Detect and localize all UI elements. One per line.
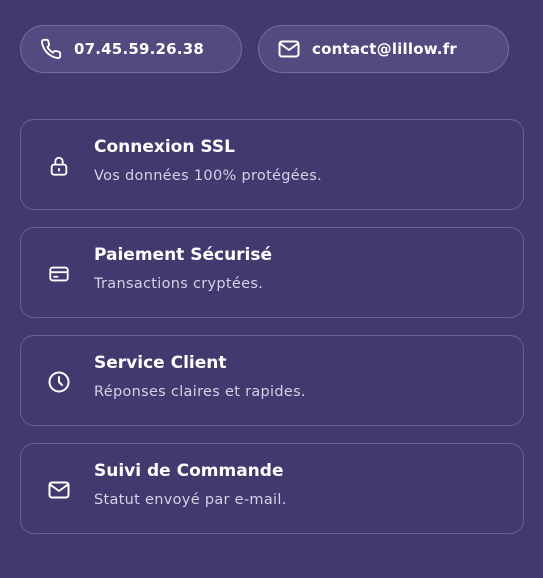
feature-title: Connexion SSL	[94, 137, 235, 157]
feature-card-support: Service Client Réponses claires et rapid…	[20, 335, 524, 426]
feature-card-payment: Paiement Sécurisé Transactions cryptées.	[20, 227, 524, 318]
phone-icon	[39, 37, 63, 61]
email-link[interactable]: contact@lillow.fr	[258, 25, 509, 73]
feature-description: Statut envoyé par e-mail.	[94, 492, 287, 508]
phone-number: 07.45.59.26.38	[74, 40, 204, 58]
email-address: contact@lillow.fr	[312, 40, 458, 58]
feature-description: Transactions cryptées.	[94, 276, 264, 292]
feature-description: Vos données 100% protégées.	[94, 168, 322, 184]
feature-description: Réponses claires et rapides.	[94, 384, 306, 400]
credit-card-icon	[47, 262, 71, 286]
clock-icon	[47, 370, 71, 394]
contact-bar: 07.45.59.26.38 contact@lillow.fr	[20, 25, 509, 73]
mail-icon	[277, 37, 301, 61]
feature-title: Paiement Sécurisé	[94, 245, 273, 265]
phone-link[interactable]: 07.45.59.26.38	[20, 25, 242, 73]
feature-title: Service Client	[94, 353, 227, 373]
features-list: Connexion SSL Vos données 100% protégées…	[20, 119, 524, 551]
lock-icon	[47, 154, 71, 178]
mail-icon	[47, 478, 71, 502]
feature-title: Suivi de Commande	[94, 461, 284, 481]
feature-card-ssl: Connexion SSL Vos données 100% protégées…	[20, 119, 524, 210]
feature-card-tracking: Suivi de Commande Statut envoyé par e-ma…	[20, 443, 524, 534]
